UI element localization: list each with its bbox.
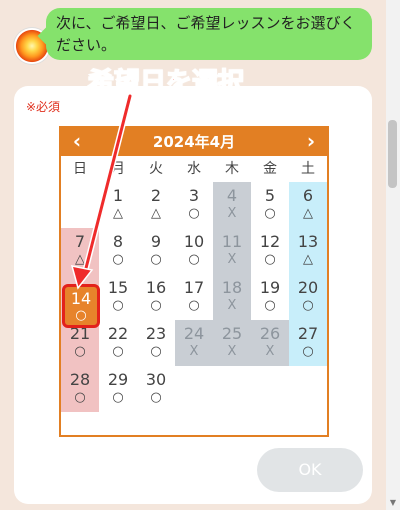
next-month-button[interactable]: › xyxy=(297,128,325,156)
calendar-day[interactable]: 5 ○ xyxy=(251,182,289,228)
calendar-day-selected[interactable]: 14 ○ xyxy=(62,284,100,328)
calendar-day[interactable]: 1 △ xyxy=(99,182,137,228)
calendar-day-closed: 18 X xyxy=(213,274,251,320)
calendar-day[interactable]: 22 ○ xyxy=(99,320,137,366)
chat-message-text: 次に、ご希望日、ご希望レッスンをお選びください。 xyxy=(56,14,356,54)
calendar-day-closed: 24 X xyxy=(175,320,213,366)
required-label: ※必須 xyxy=(26,100,61,114)
calendar-day-saturday[interactable]: 20 ○ xyxy=(289,274,327,320)
calendar-day[interactable]: 29 ○ xyxy=(99,366,137,412)
weekday-wed: 水 xyxy=(187,161,201,177)
calendar-day[interactable]: 8 ○ xyxy=(99,228,137,274)
weekday-sun: 日 xyxy=(73,161,87,177)
calendar-day[interactable]: 30 ○ xyxy=(137,366,175,412)
calendar: ‹ 2024年4月 › 日 月 火 水 木 金 土 1 △ 2 △ 3 ○ 4X 5 ○… xyxy=(59,126,329,437)
calendar-day[interactable]: 12 ○ xyxy=(251,228,289,274)
calendar-day-closed: 4X xyxy=(213,182,251,228)
calendar-day-sunday[interactable]: 28 ○ xyxy=(61,366,99,412)
ok-button[interactable]: OK xyxy=(257,448,363,492)
scrollbar[interactable] xyxy=(386,0,400,510)
calendar-day-saturday[interactable]: 13 △ xyxy=(289,228,327,274)
calendar-day-saturday[interactable]: 27 ○ xyxy=(289,320,327,366)
weekday-sat: 土 xyxy=(301,161,315,177)
weekday-tue: 火 xyxy=(149,161,163,177)
calendar-day-sunday[interactable]: 7 △ xyxy=(61,228,99,274)
calendar-day[interactable]: 2 △ xyxy=(137,182,175,228)
annotation-label: 希望日を選択 xyxy=(87,67,245,99)
calendar-day[interactable]: 10 ○ xyxy=(175,228,213,274)
chevron-right-icon: › xyxy=(306,129,316,153)
calendar-day[interactable]: 15 ○ xyxy=(99,274,137,320)
date-picker-card: ※必須 ‹ 2024年4月 › 日 月 火 水 木 金 土 1 △ 2 △ 3 ○ 4… xyxy=(14,86,372,504)
chat-bubble: 次に、ご希望日、ご希望レッスンをお選びください。 xyxy=(46,8,372,60)
calendar-day[interactable]: 3 ○ xyxy=(175,182,213,228)
scrollbar-thumb[interactable] xyxy=(388,120,397,188)
calendar-day-closed: 26 X xyxy=(251,320,289,366)
calendar-day[interactable]: 19 ○ xyxy=(251,274,289,320)
calendar-day[interactable]: 16 ○ xyxy=(137,274,175,320)
scroll-down-icon[interactable]: ▼ xyxy=(388,498,398,508)
weekday-thu: 木 xyxy=(225,161,239,177)
calendar-day[interactable]: 9 ○ xyxy=(137,228,175,274)
weekday-mon: 月 xyxy=(111,161,125,177)
calendar-day-closed: 11 X xyxy=(213,228,251,274)
calendar-day-closed: 25 X xyxy=(213,320,251,366)
calendar-day[interactable]: 17 ○ xyxy=(175,274,213,320)
calendar-month-title: 2024年4月 xyxy=(152,133,236,151)
calendar-header: ‹ 2024年4月 › xyxy=(61,128,327,156)
calendar-day-saturday[interactable]: 6 △ xyxy=(289,182,327,228)
calendar-day[interactable]: 23 ○ xyxy=(137,320,175,366)
weekday-fri: 金 xyxy=(263,161,277,177)
calendar-grid: 日 月 火 水 木 金 土 1 △ 2 △ 3 ○ 4X 5 ○ 6 △ 7 △ 8 ○ 9 ○… xyxy=(61,156,327,435)
calendar-day-empty xyxy=(61,182,99,228)
